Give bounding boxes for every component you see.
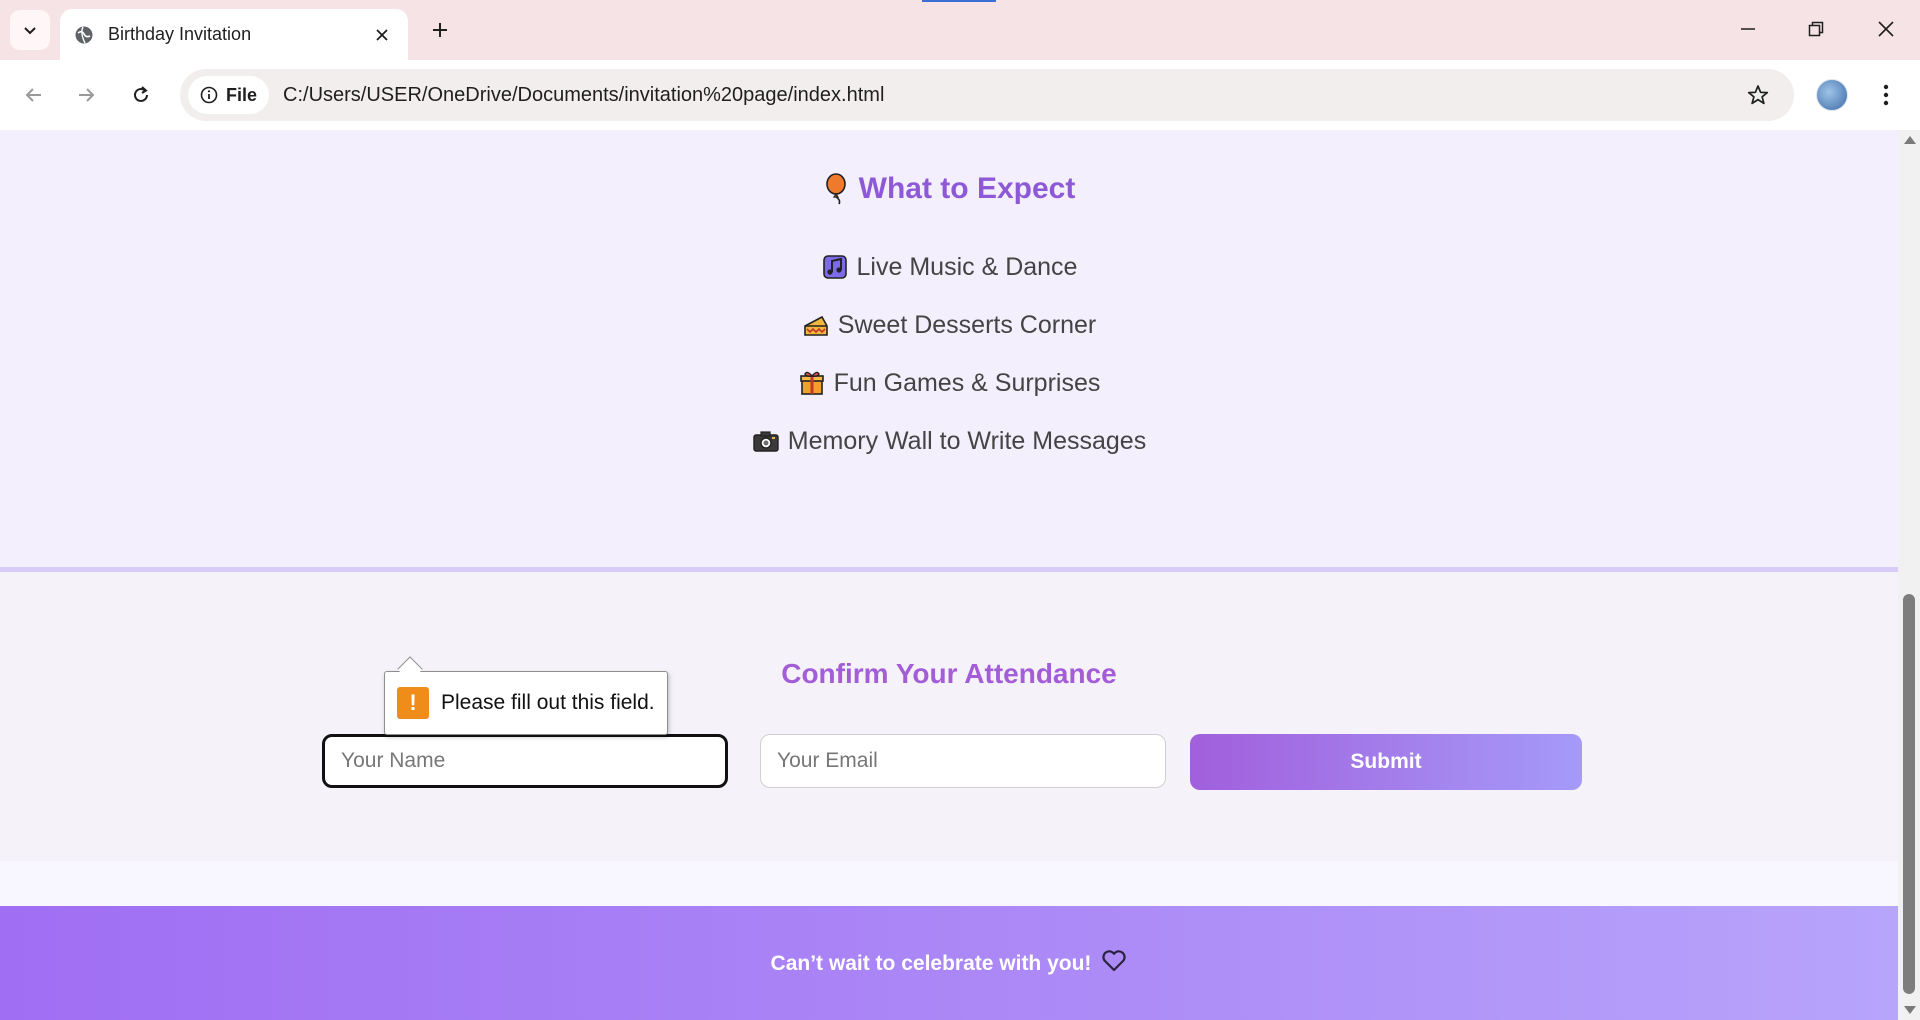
list-item: Sweet Desserts Corner [0, 296, 1898, 354]
url-text[interactable]: C:/Users/USER/OneDrive/Documents/invitat… [283, 84, 1738, 107]
close-window-button[interactable] [1858, 6, 1914, 52]
list-item: Fun Games & Surprises [0, 354, 1898, 412]
scroll-up-arrow-icon[interactable] [1904, 136, 1916, 144]
scrollbar-thumb[interactable] [1903, 594, 1915, 994]
heart-icon [1101, 949, 1127, 979]
loading-indicator [922, 0, 996, 2]
name-field[interactable] [322, 734, 728, 788]
footer-text: Can’t wait to celebrate with you! [770, 952, 1092, 975]
profile-avatar[interactable] [1816, 79, 1848, 111]
list-item-label: Sweet Desserts Corner [837, 310, 1097, 339]
tab-title: Birthday Invitation [108, 24, 252, 44]
restore-icon [1808, 21, 1824, 37]
page-spacer [0, 861, 1898, 906]
validation-message: Please fill out this field. [441, 691, 655, 714]
expect-list: Live Music & Dance Sweet Desserts Corner… [0, 238, 1898, 470]
expect-heading: What to Expect [0, 172, 1898, 206]
restore-button[interactable] [1788, 6, 1844, 52]
browser-toolbar: File C:/Users/USER/OneDrive/Documents/in… [0, 60, 1920, 130]
minimize-button[interactable] [1720, 6, 1776, 52]
site-chip-label: File [226, 84, 258, 105]
bookmark-button[interactable] [1738, 75, 1778, 115]
list-item: Memory Wall to Write Messages [0, 412, 1898, 470]
tab-close-button[interactable] [370, 23, 394, 47]
new-tab-button[interactable] [422, 12, 458, 48]
tab-search-button[interactable] [10, 10, 50, 50]
balloon-icon [823, 173, 851, 205]
scroll-down-arrow-icon[interactable] [1904, 1006, 1916, 1014]
close-icon [376, 28, 388, 41]
submit-button[interactable]: Submit [1190, 734, 1582, 790]
what-to-expect-section: What to Expect Live Music & Dance Sweet … [0, 130, 1898, 567]
minimize-icon [1741, 28, 1755, 30]
close-icon [1878, 21, 1894, 37]
plus-icon [433, 23, 447, 37]
browser-tab-bar: Birthday Invitation [0, 0, 1920, 60]
warning-icon: ! [397, 687, 429, 719]
validation-tooltip: ! Please fill out this field. [384, 656, 668, 735]
page-viewport: What to Expect Live Music & Dance Sweet … [0, 130, 1898, 1020]
list-item-label: Fun Games & Surprises [833, 368, 1101, 397]
list-item-label: Live Music & Dance [856, 252, 1078, 281]
list-item: Live Music & Dance [0, 238, 1898, 296]
globe-icon [75, 26, 93, 43]
reload-button[interactable] [123, 77, 159, 113]
star-icon [1747, 85, 1769, 105]
expect-heading-text: What to Expect [858, 172, 1076, 205]
reload-icon [134, 86, 148, 102]
more-vertical-icon [1883, 84, 1889, 106]
cake-slice-icon [802, 311, 830, 339]
chevron-down-icon [24, 27, 36, 35]
back-button[interactable] [16, 77, 52, 113]
arrow-left-icon [25, 88, 41, 102]
footer-message: Can’t wait to celebrate with you! [0, 949, 1898, 979]
page-scrollbar[interactable] [1898, 130, 1920, 1020]
browser-tab[interactable]: Birthday Invitation [60, 9, 408, 60]
camera-icon [752, 427, 780, 455]
site-info-chip[interactable]: File [188, 76, 270, 114]
footer: Can’t wait to celebrate with you! [0, 906, 1898, 1020]
browser-menu-button[interactable] [1870, 77, 1902, 113]
forward-button[interactable] [68, 77, 104, 113]
gift-icon [798, 369, 826, 397]
info-icon [200, 86, 218, 104]
email-field[interactable] [760, 734, 1166, 788]
arrow-right-icon [79, 88, 95, 102]
address-bar[interactable]: File C:/Users/USER/OneDrive/Documents/in… [180, 69, 1794, 121]
music-notes-icon [821, 253, 849, 281]
list-item-label: Memory Wall to Write Messages [787, 426, 1147, 455]
rsvp-heading: Confirm Your Attendance [781, 658, 1117, 689]
